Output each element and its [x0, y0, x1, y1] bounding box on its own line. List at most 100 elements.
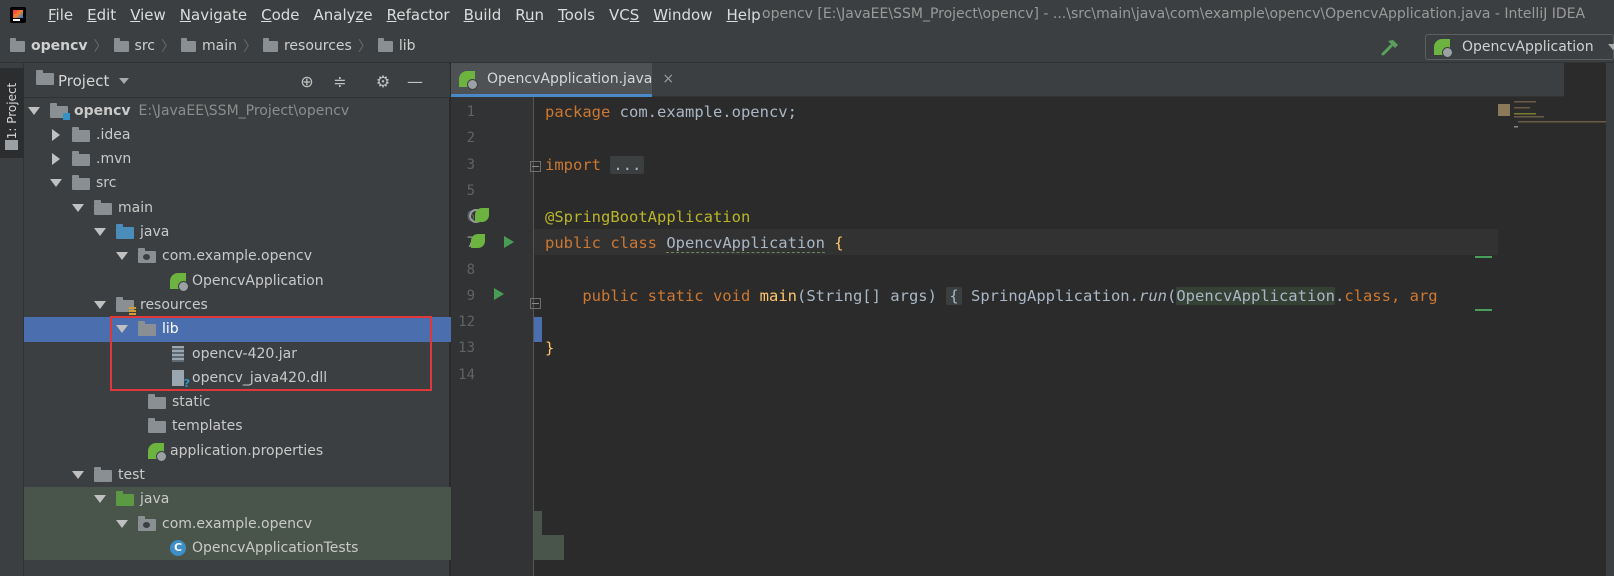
- tree-item-path: E:\JavaEE\SSM_Project\opencv: [138, 102, 350, 119]
- code-minimap[interactable]: [1490, 99, 1612, 139]
- project-view-title[interactable]: Project: [58, 72, 109, 90]
- breadcrumb-separator: 〉: [93, 39, 108, 55]
- collapse-arrow-icon[interactable]: [52, 128, 60, 141]
- tree-item-label: OpencvApplicationTests: [192, 539, 359, 556]
- code-line-6[interactable]: @SpringBootApplication: [545, 208, 750, 226]
- expand-arrow-icon[interactable]: [116, 252, 128, 261]
- project-tool-window-label: 1: Project: [5, 82, 19, 140]
- line-number: 8: [466, 262, 475, 278]
- run-configuration-label: OpencvApplication: [1462, 39, 1594, 55]
- menu-item[interactable]: Window: [653, 6, 712, 24]
- tab-label: OpencvApplication.java: [487, 70, 653, 87]
- menu-item[interactable]: Help: [726, 6, 760, 24]
- tree-item[interactable]: main: [24, 195, 498, 220]
- breadcrumb-item[interactable]: lib: [377, 37, 416, 54]
- run-main-icon[interactable]: [494, 288, 504, 300]
- breadcrumb-separator: 〉: [242, 39, 257, 55]
- tree-item[interactable]: test: [24, 463, 498, 488]
- folder-icon: [72, 126, 90, 142]
- expand-arrow-icon[interactable]: [94, 495, 106, 504]
- source-folder-icon: [116, 224, 134, 239]
- expand-arrow-icon[interactable]: [72, 203, 84, 212]
- tree-item-label: .idea: [96, 126, 131, 143]
- package-icon: [138, 515, 156, 531]
- menu-item[interactable]: Build: [464, 6, 502, 24]
- annotation-highlight-box: [110, 316, 432, 391]
- code-line-1[interactable]: package com.example.opencv;: [545, 103, 797, 121]
- test-folder-icon: [116, 491, 134, 507]
- code-line-7[interactable]: public class OpencvApplication {: [545, 234, 844, 253]
- package-icon: [138, 248, 156, 264]
- breadcrumb-item[interactable]: opencv: [10, 37, 88, 54]
- tree-item-label: main: [118, 199, 153, 216]
- build-hammer-icon[interactable]: [1380, 38, 1400, 56]
- tree-item[interactable]: .mvn: [24, 147, 476, 172]
- tree-item[interactable]: resources: [24, 292, 520, 317]
- tree-item-label: resources: [140, 296, 208, 313]
- code-line-13[interactable]: }: [545, 339, 554, 357]
- spring-bean-gutter-icon[interactable]: [475, 208, 489, 222]
- close-icon[interactable]: ×: [662, 71, 674, 87]
- menu-item[interactable]: Navigate: [180, 6, 247, 24]
- tree-item-label: java: [140, 224, 170, 240]
- run-class-icon[interactable]: [504, 236, 514, 248]
- folded-imports[interactable]: ...: [610, 156, 645, 174]
- collapse-arrow-icon[interactable]: [52, 153, 60, 166]
- breadcrumb-item[interactable]: src: [113, 37, 155, 54]
- tree-item[interactable]: java: [24, 220, 520, 245]
- spring-properties-icon: [148, 442, 167, 462]
- breadcrumb-item[interactable]: main: [180, 37, 237, 54]
- class-icon: C: [170, 539, 186, 556]
- right-tool-strip: [1606, 63, 1614, 576]
- tree-item-label: com.example.opencv: [162, 248, 312, 265]
- menu-item[interactable]: Analyze: [314, 6, 373, 24]
- tree-item[interactable]: java: [24, 486, 520, 512]
- project-panel-header: Project ⊕ ≑ ⚙ —: [24, 64, 450, 98]
- expand-arrow-icon[interactable]: [28, 106, 40, 115]
- line-number: 14: [458, 367, 475, 383]
- fold-method-icon[interactable]: [530, 298, 541, 309]
- menu-item[interactable]: Tools: [558, 6, 595, 24]
- breadcrumb-item[interactable]: resources: [262, 37, 352, 54]
- intellij-logo-icon: [10, 7, 26, 23]
- folder-icon: [5, 140, 18, 150]
- menu-item[interactable]: Refactor: [387, 6, 450, 24]
- code-line-3[interactable]: import ...: [545, 156, 645, 174]
- tree-item[interactable]: src: [24, 171, 476, 196]
- tree-item-label: opencv: [74, 102, 131, 119]
- error-stripe-mark[interactable]: [1475, 309, 1492, 311]
- tree-item[interactable]: .idea: [24, 122, 476, 147]
- expand-arrow-icon[interactable]: [94, 228, 106, 236]
- run-configuration-select[interactable]: OpencvApplication: [1425, 34, 1614, 60]
- gear-icon[interactable]: ⚙: [374, 73, 392, 91]
- error-stripe-mark[interactable]: [1475, 256, 1492, 258]
- spring-bean-gutter-icon[interactable]: [471, 234, 485, 248]
- menu-item[interactable]: File: [48, 6, 73, 24]
- tree-item[interactable]: opencv E:\JavaEE\SSM_Project\opencv: [24, 98, 454, 123]
- tree-item-label: java: [140, 491, 170, 508]
- menu-item[interactable]: View: [130, 6, 166, 24]
- window-title: opencv [E:\JavaEE\SSM_Project\opencv] - …: [762, 6, 1586, 22]
- expand-arrow-icon[interactable]: [72, 471, 84, 479]
- code-line-9[interactable]: public static void main(String[] args) {…: [545, 287, 1438, 305]
- tree-item-label: static: [172, 394, 211, 411]
- expand-arrow-icon[interactable]: [50, 179, 62, 188]
- locate-file-icon[interactable]: ⊕: [298, 73, 316, 91]
- spring-boot-icon: [1434, 39, 1453, 58]
- menu-item[interactable]: VCS: [609, 6, 639, 24]
- fold-imports-icon[interactable]: [530, 161, 541, 172]
- line-number: 12: [458, 314, 475, 330]
- folder-icon: [113, 37, 129, 52]
- tree-item-label: com.example.opencv: [162, 515, 312, 532]
- tab-opencv-application-java[interactable]: OpencvApplication.java ×: [451, 63, 674, 97]
- menu-item[interactable]: Code: [261, 6, 299, 24]
- menu-item[interactable]: Run: [515, 6, 544, 24]
- hide-panel-icon[interactable]: —: [406, 73, 424, 91]
- line-number: 5: [466, 183, 475, 199]
- expand-arrow-icon[interactable]: [94, 300, 106, 309]
- breadcrumb-separator: 〉: [357, 39, 372, 55]
- menu-item[interactable]: Edit: [87, 6, 116, 24]
- collapse-all-icon[interactable]: ≑: [331, 73, 349, 91]
- chevron-down-icon[interactable]: [119, 77, 130, 84]
- expand-arrow-icon[interactable]: [116, 519, 128, 528]
